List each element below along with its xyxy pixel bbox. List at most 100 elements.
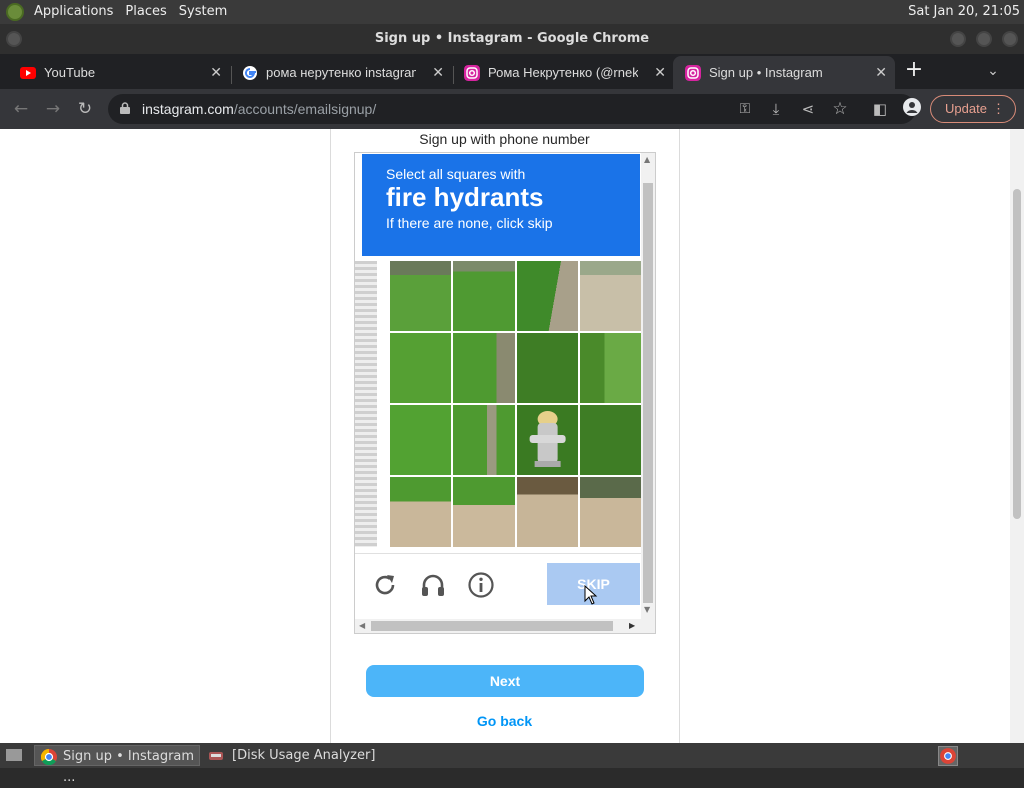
audio-challenge-icon[interactable]	[419, 571, 447, 599]
captcha-target: fire hydrants	[386, 182, 544, 212]
page-vertical-scrollbar[interactable]	[1010, 129, 1024, 743]
captcha-tile[interactable]	[453, 477, 515, 547]
captcha-tile[interactable]	[516, 405, 578, 475]
close-window-icon[interactable]	[1002, 31, 1018, 47]
captcha-tile[interactable]	[516, 477, 578, 547]
tab-title: Рома Некрутенко (@rnek	[488, 65, 638, 80]
update-button[interactable]: Update ⋮	[930, 95, 1016, 123]
places-menu[interactable]: Places	[119, 0, 172, 24]
captcha-tile[interactable]	[453, 333, 515, 403]
captcha-tile[interactable]	[516, 333, 578, 403]
taskbar-disk-usage-label: [Disk Usage Analyzer]	[232, 748, 376, 763]
tab-google-search[interactable]: рома нерутенко instagram ✕	[230, 56, 452, 89]
close-tab-icon[interactable]: ✕	[432, 64, 444, 81]
tab-search-chevron-icon[interactable]: ⌄	[982, 60, 1004, 82]
captcha-tile[interactable]	[390, 405, 452, 475]
address-bar[interactable]: instagram.com/accounts/emailsignup/	[108, 94, 916, 124]
close-tab-icon[interactable]: ✕	[875, 64, 887, 81]
mouse-cursor-icon	[584, 585, 598, 605]
minimize-icon[interactable]	[950, 31, 966, 47]
captcha-tile[interactable]	[579, 405, 641, 475]
captcha-instruction: Select all squares with	[386, 166, 526, 182]
captcha-image-grid	[390, 261, 641, 547]
profile-icon[interactable]	[901, 98, 923, 120]
workspace-switcher[interactable]	[938, 746, 958, 766]
url-path: /accounts/emailsignup/	[233, 101, 377, 117]
close-tab-icon[interactable]: ✕	[210, 64, 222, 81]
bottom-taskbar: Sign up • Instagram ... [Disk Usage Anal…	[0, 743, 1024, 785]
tab-instagram-profile[interactable]: Рома Некрутенко (@rnek ✕	[452, 56, 674, 89]
bookmark-star-icon[interactable]: ☆	[829, 98, 851, 120]
panel-clock[interactable]: Sat Jan 20, 21:05	[908, 0, 1020, 24]
scroll-up-icon[interactable]: ▲	[644, 155, 650, 164]
new-tab-icon[interactable]: +	[903, 59, 925, 81]
maximize-icon[interactable]	[976, 31, 992, 47]
taskbar-chrome-label: Sign up • Instagram ...	[63, 749, 195, 785]
instagram-icon	[464, 64, 480, 81]
scroll-right-icon[interactable]: ▶	[629, 621, 635, 630]
captcha-tile[interactable]	[579, 477, 641, 547]
recaptcha-frame: Select all squares with fire hydrants If…	[354, 152, 656, 634]
info-icon[interactable]	[467, 571, 495, 599]
scroll-down-icon[interactable]: ▼	[644, 605, 650, 614]
youtube-icon	[20, 66, 36, 79]
captcha-tile[interactable]	[579, 333, 641, 403]
captcha-footer: SKIP	[355, 555, 641, 617]
captcha-horizontal-scrollbar[interactable]: ◀ ▶	[355, 619, 655, 633]
captcha-tile[interactable]	[453, 405, 515, 475]
taskbar-disk-usage-window[interactable]: [Disk Usage Analyzer]	[204, 745, 384, 766]
fire-hydrant-icon	[529, 411, 566, 467]
browser-toolbar: ← → ↻ instagram.com/accounts/emailsignup…	[0, 89, 1024, 129]
window-title: Sign up • Instagram - Google Chrome	[374, 31, 650, 46]
captcha-tile[interactable]	[390, 477, 452, 547]
close-tab-icon[interactable]: ✕	[654, 64, 666, 81]
reload-icon[interactable]: ↻	[74, 98, 96, 120]
captcha-tile[interactable]	[390, 333, 452, 403]
captcha-tile[interactable]	[579, 261, 641, 331]
captcha-tile[interactable]	[390, 261, 452, 331]
page-content: Sign up with phone number Select all squ…	[0, 129, 1010, 743]
forward-icon[interactable]: →	[42, 98, 64, 120]
captcha-hscroll-thumb[interactable]	[371, 621, 613, 631]
back-icon[interactable]: ←	[10, 98, 32, 120]
window-menu-icon[interactable]	[6, 31, 22, 47]
disk-usage-icon	[209, 752, 223, 760]
tab-youtube[interactable]: YouTube ✕	[8, 56, 230, 89]
tab-title: YouTube	[44, 65, 96, 80]
lock-icon[interactable]	[120, 102, 130, 114]
show-desktop-icon[interactable]	[2, 745, 26, 766]
captcha-tile[interactable]	[516, 261, 578, 331]
install-icon[interactable]: ⤓	[765, 98, 787, 120]
captcha-scroll-thumb[interactable]	[643, 183, 653, 603]
go-back-link[interactable]: Go back	[330, 713, 679, 729]
next-button[interactable]: Next	[366, 665, 644, 697]
top-panel: Applications Places System Sat Jan 20, 2…	[0, 0, 1024, 24]
captcha-tile[interactable]	[453, 261, 515, 331]
window-titlebar[interactable]: Sign up • Instagram - Google Chrome	[0, 24, 1024, 54]
url-host: instagram.com	[142, 101, 234, 117]
captcha-vertical-scrollbar[interactable]: ▲ ▼	[641, 153, 655, 619]
tab-strip: YouTube ✕ рома нерутенко instagram ✕ Ром…	[0, 54, 1024, 89]
taskbar-chrome-window[interactable]: Sign up • Instagram ...	[34, 745, 200, 785]
google-icon	[243, 65, 257, 80]
captcha-image-overflow	[355, 261, 377, 547]
phone-signup-link[interactable]: Sign up with phone number	[330, 131, 679, 147]
tab-instagram-signup[interactable]: Sign up • Instagram ✕	[673, 56, 895, 89]
system-menu[interactable]: System	[173, 0, 233, 24]
side-panel-icon[interactable]: ◧	[869, 98, 891, 120]
captcha-hint: If there are none, click skip	[386, 215, 553, 231]
captcha-divider	[355, 553, 641, 554]
gnome-foot-icon[interactable]	[6, 3, 24, 21]
key-icon[interactable]: ⚿	[734, 98, 756, 120]
instagram-icon	[685, 64, 701, 81]
page-scroll-thumb[interactable]	[1013, 189, 1021, 519]
chrome-icon	[940, 748, 956, 764]
reload-challenge-icon[interactable]	[371, 571, 399, 599]
tab-title: рома нерутенко instagram	[266, 65, 416, 80]
scroll-left-icon[interactable]: ◀	[359, 621, 365, 630]
share-icon[interactable]: ⋖	[797, 98, 819, 120]
card-border-right	[679, 129, 680, 743]
update-label: Update	[945, 101, 987, 116]
applications-menu[interactable]: Applications	[28, 0, 119, 24]
kebab-menu-icon[interactable]: ⋮	[992, 96, 1005, 122]
